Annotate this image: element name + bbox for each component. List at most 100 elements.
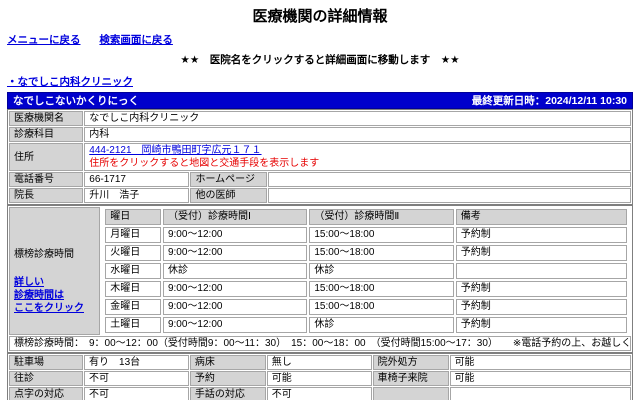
- schedule-time2: 15:00～18:00: [309, 299, 454, 315]
- back-to-menu-link[interactable]: メニューに戻る: [7, 34, 81, 46]
- facility-value: 不可: [84, 371, 189, 386]
- schedule-header-row: 曜日 （受付）診療時間Ⅰ （受付）診療時間Ⅱ 備考: [105, 209, 627, 225]
- table-row: 標榜診療時間 詳しい 診療時間は ここをクリック 曜日 （受付）診療時間Ⅰ （受…: [9, 207, 631, 335]
- schedule-time2: 15:00～18:00: [309, 227, 454, 243]
- clinic-name-link[interactable]: ・なでしこ内科クリニック: [7, 74, 133, 89]
- schedule-row: 木曜日 9:00～12:00 15:00～18:00 予約制: [105, 281, 627, 297]
- schedule-time2: 休診: [309, 263, 454, 279]
- detailed-hours-link-line[interactable]: 詳しい: [14, 276, 95, 289]
- clinic-banner: なでしこないかくりにっく 最終更新日時：2024/12/11 10:30: [7, 92, 633, 109]
- facility-value: 無し: [266, 355, 372, 370]
- info-label-address: 住所: [9, 143, 84, 171]
- info-value-homepage: [267, 172, 631, 187]
- nav-links: メニューに戻る 検索画面に戻る: [7, 32, 633, 47]
- info-value-address: 444-2121 岡崎市鴨田町字広元１７１ 住所をクリックすると地図と交通手段を…: [84, 143, 631, 171]
- schedule-time2: 15:00～18:00: [309, 281, 454, 297]
- schedule-time1: 9:00～12:00: [162, 299, 308, 315]
- schedule-section-label: 標榜診療時間: [14, 248, 74, 260]
- facility-value: [449, 387, 631, 400]
- schedule-time1: 9:00～12:00: [162, 281, 308, 297]
- schedule-note: 予約制: [455, 227, 627, 243]
- detailed-hours-link[interactable]: 詳しい 診療時間は ここをクリック: [14, 276, 95, 315]
- table-row: 標榜診療時間： 9：00～12：00（受付時間9：00～11：30） 15：00…: [9, 336, 631, 351]
- table-row: 往診 不可 予約 可能 車椅子来院 可能: [9, 371, 631, 386]
- info-value-department: 内科: [84, 127, 631, 142]
- info-label-homepage: ホームページ: [190, 172, 267, 187]
- schedule-day: 火曜日: [105, 245, 161, 261]
- facility-label: 点字の対応: [9, 387, 84, 400]
- detailed-hours-link-line[interactable]: 診療時間は: [14, 289, 95, 302]
- address-map-link[interactable]: 444-2121 岡崎市鴨田町字広元１７１: [89, 145, 261, 156]
- schedule-section-cell: 標榜診療時間 詳しい 診療時間は ここをクリック: [9, 207, 101, 335]
- facilities-table: 駐車場 有り 13台 病床 無し 院外処方 可能 往診 不可 予約 可能 車椅子…: [7, 353, 633, 400]
- table-row: 点字の対応 不可 手話の対応 不可: [9, 387, 631, 400]
- schedule-header-note: 備考: [455, 209, 627, 225]
- schedule-row: 水曜日 休診 休診: [105, 263, 627, 279]
- detailed-hours-link-line[interactable]: ここをクリック: [14, 302, 95, 315]
- info-value-director: 升川 浩子: [84, 188, 190, 203]
- table-row: 電話番号 66-1717 ホームページ: [9, 172, 631, 187]
- schedule-row: 土曜日 9:00～12:00 休診 予約制: [105, 317, 627, 333]
- info-label-other-doctors: 他の医師: [190, 188, 267, 203]
- info-table: 医療機関名 なでしこ内科クリニック 診療科目 内科 住所 444-2121 岡崎…: [7, 109, 633, 205]
- schedule-time2: 休診: [309, 317, 454, 333]
- schedule-table: 標榜診療時間 詳しい 診療時間は ここをクリック 曜日 （受付）診療時間Ⅰ （受…: [7, 205, 633, 353]
- info-value-phone: 66-1717: [84, 172, 190, 187]
- page-title: 医療機関の詳細情報: [252, 8, 388, 25]
- table-row: 住所 444-2121 岡崎市鴨田町字広元１７１ 住所をクリックすると地図と交通…: [9, 143, 631, 171]
- facility-value: 可能: [266, 371, 372, 386]
- schedule-grid: 曜日 （受付）診療時間Ⅰ （受付）診療時間Ⅱ 備考 月曜日 9:00～12:00…: [103, 207, 629, 335]
- facility-value: 可能: [449, 355, 631, 370]
- schedule-note: [455, 263, 627, 279]
- schedule-note: 予約制: [455, 245, 627, 261]
- info-label-name: 医療機関名: [9, 111, 84, 126]
- facility-value: 不可: [84, 387, 189, 400]
- schedule-row: 火曜日 9:00～12:00 15:00～18:00 予約制: [105, 245, 627, 261]
- facility-value: 不可: [266, 387, 372, 400]
- back-to-search-link[interactable]: 検索画面に戻る: [99, 34, 173, 46]
- facility-label: 車椅子来院: [372, 371, 449, 386]
- clinic-kana: なでしこないかくりにっく: [13, 95, 139, 107]
- schedule-time1: 休診: [162, 263, 308, 279]
- schedule-header-time1: （受付）診療時間Ⅰ: [162, 209, 308, 225]
- facility-label: 病床: [189, 355, 266, 370]
- info-label-department: 診療科目: [9, 127, 84, 142]
- schedule-time1: 9:00～12:00: [162, 317, 308, 333]
- schedule-day: 土曜日: [105, 317, 161, 333]
- info-value-other-doctors: [267, 188, 631, 203]
- schedule-header-time2: （受付）診療時間Ⅱ: [309, 209, 454, 225]
- address-note: 住所をクリックすると地図と交通手段を表示します: [89, 158, 320, 169]
- table-row: 診療科目 内科: [9, 127, 631, 142]
- schedule-day: 木曜日: [105, 281, 161, 297]
- schedule-row: 月曜日 9:00～12:00 15:00～18:00 予約制: [105, 227, 627, 243]
- facility-label: 院外処方: [372, 355, 449, 370]
- schedule-row: 金曜日 9:00～12:00 15:00～18:00 予約制: [105, 299, 627, 315]
- schedule-header-day: 曜日: [105, 209, 161, 225]
- facility-label: 手話の対応: [189, 387, 266, 400]
- info-label-phone: 電話番号: [9, 172, 84, 187]
- table-row: 院長 升川 浩子 他の医師: [9, 188, 631, 203]
- last-updated: 最終更新日時：2024/12/11 10:30: [471, 95, 627, 107]
- schedule-day: 金曜日: [105, 299, 161, 315]
- facility-value: 有り 13台: [84, 355, 189, 370]
- schedule-grid-cell: 曜日 （受付）診療時間Ⅰ （受付）診療時間Ⅱ 備考 月曜日 9:00～12:00…: [101, 207, 631, 335]
- facility-label: 駐車場: [9, 355, 84, 370]
- schedule-day: 水曜日: [105, 263, 161, 279]
- info-label-director: 院長: [9, 188, 84, 203]
- facility-label: 往診: [9, 371, 84, 386]
- schedule-day: 月曜日: [105, 227, 161, 243]
- schedule-note: 予約制: [455, 281, 627, 297]
- facility-label: 予約: [189, 371, 266, 386]
- info-value-name: なでしこ内科クリニック: [84, 111, 631, 126]
- schedule-time1: 9:00～12:00: [162, 227, 308, 243]
- schedule-time1: 9:00～12:00: [162, 245, 308, 261]
- table-row: 医療機関名 なでしこ内科クリニック: [9, 111, 631, 126]
- schedule-note: 予約制: [455, 299, 627, 315]
- schedule-note: 予約制: [455, 317, 627, 333]
- page: 医療機関の詳細情報 メニューに戻る 検索画面に戻る ★★ 医院名をクリックすると…: [0, 0, 640, 400]
- schedule-summary: 標榜診療時間： 9：00～12：00（受付時間9：00～11：30） 15：00…: [9, 336, 631, 351]
- notice-text: ★★ 医院名をクリックすると詳細画面に移動します ★★: [180, 54, 460, 66]
- schedule-time2: 15:00～18:00: [309, 245, 454, 261]
- facility-value: 可能: [449, 371, 631, 386]
- table-row: 駐車場 有り 13台 病床 無し 院外処方 可能: [9, 355, 631, 370]
